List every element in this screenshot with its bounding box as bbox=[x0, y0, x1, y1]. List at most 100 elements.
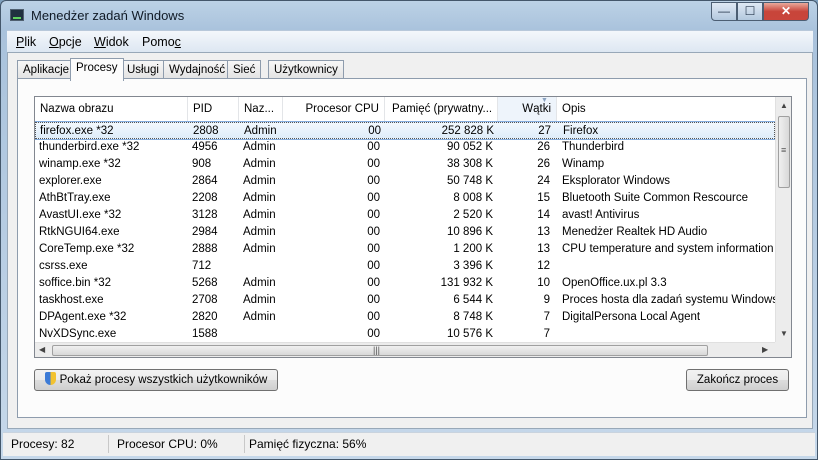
process-list[interactable]: Nazwa obrazu PID Naz... Procesor CPU Pam… bbox=[34, 96, 792, 358]
cell-threads: 13 bbox=[537, 226, 550, 238]
cell-name: thunderbird.exe *32 bbox=[39, 141, 140, 153]
cell-name: RtkNGUI64.exe bbox=[39, 226, 120, 238]
cell-pid: 1588 bbox=[192, 328, 218, 340]
cell-threads: 9 bbox=[543, 294, 550, 306]
cell-threads: 7 bbox=[543, 311, 550, 323]
cell-threads: 27 bbox=[538, 125, 551, 137]
cell-desc: Eksplorator Windows bbox=[562, 175, 671, 187]
process-row[interactable]: RtkNGUI64.exe 2984 Admin 00 10 896 K 13 Menedż… bbox=[35, 224, 775, 241]
maximize-button[interactable]: ☐ bbox=[737, 2, 763, 21]
close-button[interactable]: ✕ bbox=[763, 2, 809, 21]
status-cpu: Procesor CPU: 0% bbox=[117, 437, 218, 451]
cell-threads: 26 bbox=[537, 158, 550, 170]
process-row[interactable]: csrss.exe 712 00 3 396 K 12 bbox=[35, 258, 775, 275]
title-bar[interactable]: Menedżer zadań Windows — ☐ ✕ bbox=[1, 1, 817, 30]
show-all-processes-button[interactable]: Pokaż procesy wszystkich użytkowników bbox=[34, 369, 278, 391]
tab-procesy[interactable]: Procesy bbox=[70, 58, 124, 81]
cell-desc: avast! Antivirus bbox=[562, 209, 640, 221]
process-row[interactable]: NvXDSync.exe 1588 00 10 576 K 7 bbox=[35, 326, 775, 343]
cell-user: Admin bbox=[243, 175, 276, 187]
process-row[interactable]: DPAgent.exe *32 2820 Admin 00 8 748 K 7 Digita… bbox=[35, 309, 775, 326]
column-description[interactable]: Opis bbox=[557, 97, 775, 121]
cell-pid: 2864 bbox=[192, 175, 218, 187]
menu-plik[interactable]: Plik bbox=[16, 35, 36, 49]
cell-threads: 7 bbox=[543, 328, 550, 340]
cell-mem: 50 748 K bbox=[446, 175, 493, 187]
processes-panel: Nazwa obrazu PID Naz... Procesor CPU Pam… bbox=[17, 78, 807, 418]
vertical-scrollbar[interactable]: ▲ ≡ ▼ bbox=[775, 97, 791, 342]
minimize-button[interactable]: — bbox=[711, 2, 737, 21]
cell-mem: 10 576 K bbox=[446, 328, 493, 340]
tab-aplikacje[interactable]: Aplikacje bbox=[17, 60, 76, 79]
cell-user: Admin bbox=[243, 294, 276, 306]
cell-pid: 5268 bbox=[192, 277, 218, 289]
cell-desc: Firefox bbox=[563, 125, 599, 137]
cell-cpu: 00 bbox=[367, 192, 380, 204]
cell-user: Admin bbox=[243, 192, 276, 204]
cell-desc: OpenOffice.ux.pl 3.3 bbox=[562, 277, 667, 289]
process-row[interactable]: winamp.exe *32 908 Admin 00 38 308 K 26 Winamp bbox=[35, 156, 775, 173]
column-memory[interactable]: Pamięć (prywatny... bbox=[385, 97, 498, 121]
cell-cpu: 00 bbox=[367, 294, 380, 306]
cell-desc: Menedżer Realtek HD Audio bbox=[562, 226, 708, 238]
status-memory: Pamięć fizyczna: 56% bbox=[249, 437, 367, 451]
cell-user: Admin bbox=[244, 125, 277, 137]
cell-threads: 24 bbox=[537, 175, 550, 187]
cell-mem: 3 396 K bbox=[453, 260, 493, 272]
end-process-button[interactable]: Zakończ proces bbox=[686, 369, 789, 391]
menu-opcje[interactable]: Opcje bbox=[49, 35, 82, 49]
process-row[interactable]: AthBtTray.exe 2208 Admin 00 8 008 K 15 Bluetoo… bbox=[35, 190, 775, 207]
scroll-left-icon[interactable]: ◀ bbox=[39, 345, 45, 354]
task-manager-icon bbox=[10, 9, 24, 21]
process-row[interactable]: AvastUI.exe *32 3128 Admin 00 2 520 K 14 avast… bbox=[35, 207, 775, 224]
horizontal-scroll-thumb[interactable]: ||| bbox=[52, 345, 708, 356]
cell-threads: 15 bbox=[537, 192, 550, 204]
tab-uslugi[interactable]: Usługi bbox=[121, 60, 165, 79]
cell-cpu: 00 bbox=[367, 158, 380, 170]
cell-desc: CPU temperature and system information u… bbox=[562, 243, 775, 255]
cell-pid: 2888 bbox=[192, 243, 218, 255]
cell-desc: DigitalPersona Local Agent bbox=[562, 311, 701, 323]
process-row[interactable]: thunderbird.exe *32 4956 Admin 00 90 052 K 26… bbox=[35, 139, 775, 156]
cell-user: Admin bbox=[243, 141, 276, 153]
cell-pid: 2808 bbox=[193, 125, 219, 137]
scroll-up-icon[interactable]: ▲ bbox=[780, 101, 788, 110]
tab-siec[interactable]: Sieć bbox=[227, 60, 262, 79]
column-image-name[interactable]: Nazwa obrazu bbox=[35, 97, 188, 121]
cell-cpu: 00 bbox=[367, 226, 380, 238]
status-bar: Procesy: 82 Procesor CPU: 0% Pamięć fizy… bbox=[3, 432, 815, 456]
scroll-right-icon[interactable]: ▶ bbox=[762, 345, 768, 354]
cell-name: csrss.exe bbox=[39, 260, 88, 272]
cell-pid: 2708 bbox=[192, 294, 218, 306]
column-header: Nazwa obrazu PID Naz... Procesor CPU Pam… bbox=[35, 97, 775, 122]
tab-uzytkownicy[interactable]: Użytkownicy bbox=[268, 60, 344, 79]
scroll-down-icon[interactable]: ▼ bbox=[780, 329, 788, 338]
process-row[interactable]: explorer.exe 2864 Admin 00 50 748 K 24 Eksplor… bbox=[35, 173, 775, 190]
cell-mem: 2 520 K bbox=[453, 209, 493, 221]
column-cpu[interactable]: Procesor CPU bbox=[283, 97, 385, 121]
cell-mem: 8 748 K bbox=[453, 311, 493, 323]
process-row[interactable]: taskhost.exe 2708 Admin 00 6 544 K 9 Proces ho… bbox=[35, 292, 775, 309]
cell-mem: 38 308 K bbox=[446, 158, 493, 170]
vertical-scroll-thumb[interactable]: ≡ bbox=[778, 116, 790, 188]
process-row[interactable]: firefox.exe *32 2808 Admin 00 252 828 K 27 Fir… bbox=[35, 121, 776, 140]
cell-mem: 131 932 K bbox=[440, 277, 493, 289]
column-pid[interactable]: PID bbox=[188, 97, 239, 121]
cell-user: Admin bbox=[243, 209, 276, 221]
tab-wydajnosc[interactable]: Wydajność bbox=[163, 60, 232, 79]
cell-user: Admin bbox=[243, 243, 276, 255]
horizontal-scrollbar[interactable]: ◀ ||| ▶ bbox=[35, 342, 775, 357]
column-threads[interactable]: Wątki bbox=[498, 97, 557, 121]
cell-pid: 4956 bbox=[192, 141, 218, 153]
column-user[interactable]: Naz... bbox=[239, 97, 283, 121]
process-row[interactable]: CoreTemp.exe *32 2888 Admin 00 1 200 K 13 CPU … bbox=[35, 241, 775, 258]
cell-user: Admin bbox=[243, 158, 276, 170]
status-processes: Procesy: 82 bbox=[11, 437, 75, 451]
menu-pomoc[interactable]: Pomoc bbox=[142, 35, 181, 49]
cell-threads: 26 bbox=[537, 141, 550, 153]
cell-mem: 8 008 K bbox=[453, 192, 493, 204]
cell-user: Admin bbox=[243, 226, 276, 238]
process-row[interactable]: soffice.bin *32 5268 Admin 00 131 932 K 10 Ope… bbox=[35, 275, 775, 292]
menu-widok[interactable]: Widok bbox=[94, 35, 129, 49]
cell-name: AthBtTray.exe bbox=[39, 192, 111, 204]
